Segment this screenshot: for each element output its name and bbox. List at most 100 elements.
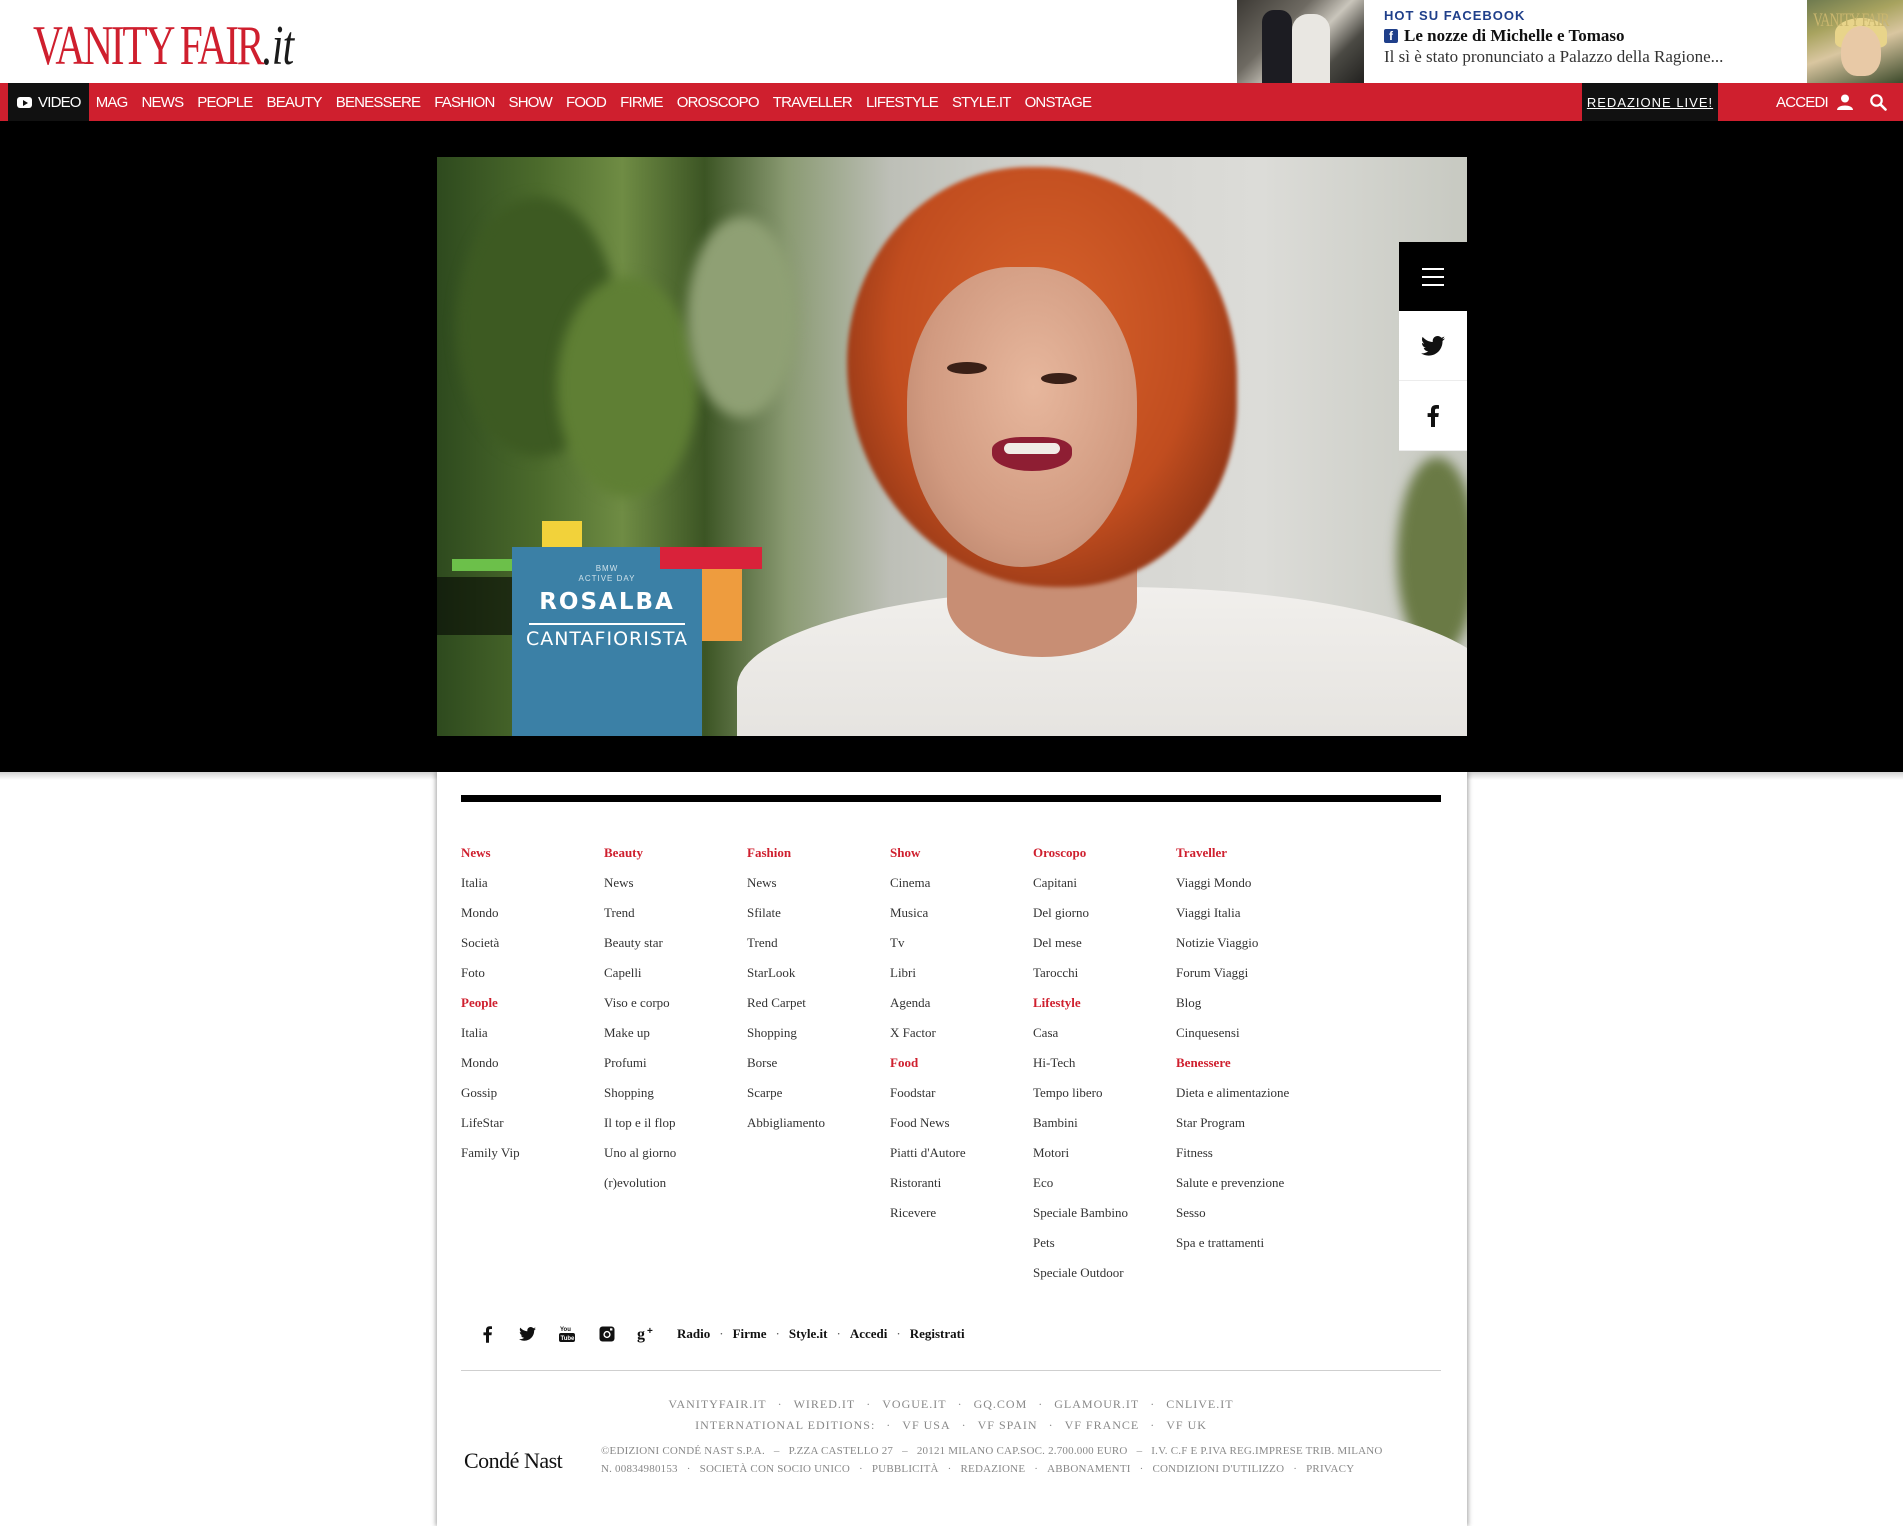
footer-link-capelli[interactable]: Capelli <box>604 964 747 994</box>
footer-link-capitani[interactable]: Capitani <box>1033 874 1176 904</box>
footer-link-hi-tech[interactable]: Hi-Tech <box>1033 1054 1176 1084</box>
footer-link-bambini[interactable]: Bambini <box>1033 1114 1176 1144</box>
nav-item-video[interactable]: VIDEO <box>8 83 89 121</box>
nav-item-traveller[interactable]: TRAVELLER <box>766 83 859 121</box>
footer-link-news[interactable]: News <box>747 874 890 904</box>
footer-link-motori[interactable]: Motori <box>1033 1144 1176 1174</box>
legal-link-privacy[interactable]: PRIVACY <box>1306 1463 1354 1475</box>
footer-link-scarpe[interactable]: Scarpe <box>747 1084 890 1114</box>
edition-link-vf-spain[interactable]: VF SPAIN <box>978 1418 1038 1432</box>
footer-link-registrati[interactable]: Registrati <box>910 1326 965 1342</box>
footer-link-abbigliamento[interactable]: Abbigliamento <box>747 1114 890 1144</box>
footer-section-benessere[interactable]: Benessere <box>1176 1054 1319 1084</box>
footer-link-sesso[interactable]: Sesso <box>1176 1204 1319 1234</box>
footer-link-star-program[interactable]: Star Program <box>1176 1114 1319 1144</box>
edition-link-vf-uk[interactable]: VF UK <box>1166 1418 1207 1432</box>
footer-link-eco[interactable]: Eco <box>1033 1174 1176 1204</box>
footer-section-food[interactable]: Food <box>890 1054 1033 1084</box>
footer-youtube-button[interactable]: You Tube <box>547 1322 587 1346</box>
footer-link-uno-al-giorno[interactable]: Uno al giorno <box>604 1144 747 1174</box>
footer-link-del-giorno[interactable]: Del giorno <box>1033 904 1176 934</box>
network-link-cnlive-it[interactable]: CNLIVE.IT <box>1166 1397 1233 1411</box>
footer-link-make-up[interactable]: Make up <box>604 1024 747 1054</box>
user-icon[interactable] <box>1836 93 1854 111</box>
footer-link-profumi[interactable]: Profumi <box>604 1054 747 1084</box>
search-icon[interactable] <box>1869 93 1887 111</box>
nav-item-news[interactable]: NEWS <box>134 83 190 121</box>
footer-link-foodstar[interactable]: Foodstar <box>890 1084 1033 1114</box>
footer-link-societa[interactable]: Società <box>461 934 604 964</box>
footer-link-fitness[interactable]: Fitness <box>1176 1144 1319 1174</box>
footer-link-musica[interactable]: Musica <box>890 904 1033 934</box>
footer-link-accedi[interactable]: Accedi <box>850 1326 888 1342</box>
footer-section-people[interactable]: People <box>461 994 604 1024</box>
network-link-vogue-it[interactable]: VOGUE.IT <box>882 1397 946 1411</box>
nav-item-mag[interactable]: MAG <box>89 83 135 121</box>
footer-link-viso-e-corpo[interactable]: Viso e corpo <box>604 994 747 1024</box>
footer-link-beauty-star[interactable]: Beauty star <box>604 934 747 964</box>
footer-link-tarocchi[interactable]: Tarocchi <box>1033 964 1176 994</box>
footer-link-dieta-e-alimentazione[interactable]: Dieta e alimentazione <box>1176 1084 1319 1114</box>
network-link-glamour-it[interactable]: GLAMOUR.IT <box>1054 1397 1139 1411</box>
footer-link-tempo-libero[interactable]: Tempo libero <box>1033 1084 1176 1114</box>
footer-link-italia[interactable]: Italia <box>461 874 604 904</box>
footer-section-news[interactable]: News <box>461 844 604 874</box>
footer-link-speciale-outdoor[interactable]: Speciale Outdoor <box>1033 1264 1176 1294</box>
footer-link-spa-e-trattamenti[interactable]: Spa e trattamenti <box>1176 1234 1319 1264</box>
nav-item-benessere[interactable]: BENESSERE <box>329 83 428 121</box>
footer-section-show[interactable]: Show <box>890 844 1033 874</box>
footer-googleplus-button[interactable]: g + <box>627 1322 667 1346</box>
footer-link-x-factor[interactable]: X Factor <box>890 1024 1033 1054</box>
hot-facebook-thumbnail[interactable] <box>1237 0 1364 83</box>
vanity-fair-logo[interactable]: VANITY FAIR.it <box>33 14 294 78</box>
nav-item-fashion[interactable]: FASHION <box>427 83 501 121</box>
footer-link-piatti-d-autore[interactable]: Piatti d'Autore <box>890 1144 1033 1174</box>
footer-link-red-carpet[interactable]: Red Carpet <box>747 994 890 1024</box>
footer-link-mondo[interactable]: Mondo <box>461 1054 604 1084</box>
footer-link-notizie-viaggio[interactable]: Notizie Viaggio <box>1176 934 1319 964</box>
footer-link-cinema[interactable]: Cinema <box>890 874 1033 904</box>
nav-item-onstage[interactable]: ONSTAGE <box>1018 83 1099 121</box>
video-player[interactable]: BMW ACTIVE DAY ROSALBA CANTAFIORISTA <box>437 157 1467 736</box>
footer-link-style-it[interactable]: Style.it <box>789 1326 828 1342</box>
footer-link-tv[interactable]: Tv <box>890 934 1033 964</box>
footer-link-foto[interactable]: Foto <box>461 964 604 994</box>
footer-link-starlook[interactable]: StarLook <box>747 964 890 994</box>
footer-twitter-button[interactable] <box>507 1322 547 1346</box>
footer-link-r-evolution[interactable]: (r)evolution <box>604 1174 747 1204</box>
footer-facebook-button[interactable] <box>467 1322 507 1346</box>
nav-item-style-it[interactable]: STYLE.IT <box>945 83 1018 121</box>
footer-link-trend[interactable]: Trend <box>604 904 747 934</box>
footer-section-beauty[interactable]: Beauty <box>604 844 747 874</box>
footer-link-agenda[interactable]: Agenda <box>890 994 1033 1024</box>
hot-facebook-teaser[interactable]: HOT SU FACEBOOK f Le nozze di Michelle e… <box>1384 8 1784 67</box>
nav-item-beauty[interactable]: BEAUTY <box>260 83 329 121</box>
network-link-vanityfair-it[interactable]: VANITYFAIR.IT <box>668 1397 766 1411</box>
footer-section-fashion[interactable]: Fashion <box>747 844 890 874</box>
footer-section-oroscopo[interactable]: Oroscopo <box>1033 844 1176 874</box>
edition-link-vf-usa[interactable]: VF USA <box>902 1418 950 1432</box>
footer-link-casa[interactable]: Casa <box>1033 1024 1176 1054</box>
legal-link-pubblicita[interactable]: PUBBLICITÀ <box>872 1463 939 1475</box>
nav-item-people[interactable]: PEOPLE <box>190 83 259 121</box>
footer-link-ristoranti[interactable]: Ristoranti <box>890 1174 1033 1204</box>
footer-link-blog[interactable]: Blog <box>1176 994 1319 1024</box>
footer-link-food-news[interactable]: Food News <box>890 1114 1033 1144</box>
footer-section-lifestyle[interactable]: Lifestyle <box>1033 994 1176 1024</box>
footer-link-ricevere[interactable]: Ricevere <box>890 1204 1033 1234</box>
footer-link-libri[interactable]: Libri <box>890 964 1033 994</box>
magazine-cover[interactable]: VANITY FAIR <box>1807 0 1903 83</box>
share-facebook-button[interactable] <box>1399 381 1467 451</box>
footer-link-pets[interactable]: Pets <box>1033 1234 1176 1264</box>
footer-link-news[interactable]: News <box>604 874 747 904</box>
nav-item-food[interactable]: FOOD <box>559 83 613 121</box>
footer-link-speciale-bambino[interactable]: Speciale Bambino <box>1033 1204 1176 1234</box>
nav-item-oroscopo[interactable]: OROSCOPO <box>670 83 766 121</box>
footer-link-gossip[interactable]: Gossip <box>461 1084 604 1114</box>
footer-link-shopping[interactable]: Shopping <box>747 1024 890 1054</box>
network-link-wired-it[interactable]: WIRED.IT <box>794 1397 856 1411</box>
footer-link-il-top-e-il-flop[interactable]: Il top e il flop <box>604 1114 747 1144</box>
edition-link-vf-france[interactable]: VF FRANCE <box>1065 1418 1140 1432</box>
conde-nast-logo[interactable]: Condé Nast <box>464 1448 563 1474</box>
network-link-gq-com[interactable]: GQ.COM <box>974 1397 1028 1411</box>
